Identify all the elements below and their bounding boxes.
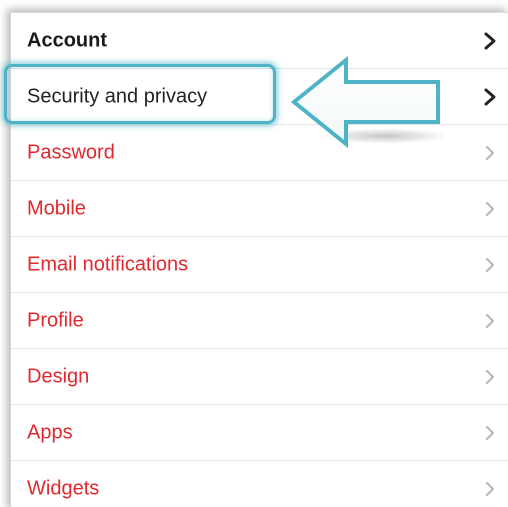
chevron-right-icon <box>486 425 494 440</box>
menu-item-apps[interactable]: Apps <box>11 405 508 461</box>
menu-item-account[interactable]: Account <box>11 13 508 69</box>
menu-item-email-notifications[interactable]: Email notifications <box>11 237 508 293</box>
chevron-right-icon <box>486 369 494 384</box>
menu-item-label: Design <box>27 365 90 387</box>
chevron-right-icon <box>486 145 494 160</box>
screenshot-frame: Account Security and privacy Password Mo… <box>0 0 508 507</box>
menu-item-label: Apps <box>27 421 73 443</box>
menu-item-label: Account <box>27 29 107 51</box>
menu-item-security-and-privacy[interactable]: Security and privacy <box>11 69 508 125</box>
chevron-right-icon <box>486 257 494 272</box>
menu-item-mobile[interactable]: Mobile <box>11 181 508 237</box>
menu-item-label: Profile <box>27 309 84 331</box>
menu-item-design[interactable]: Design <box>11 349 508 405</box>
chevron-right-icon <box>484 88 496 105</box>
menu-item-label: Widgets <box>27 477 100 500</box>
chevron-right-icon <box>484 32 496 49</box>
menu-item-label: Security and privacy <box>27 85 208 107</box>
menu-item-label: Password <box>27 141 115 163</box>
menu-item-profile[interactable]: Profile <box>11 293 508 349</box>
menu-item-password[interactable]: Password <box>11 125 508 181</box>
menu-item-label: Email notifications <box>27 253 189 275</box>
settings-menu: Account Security and privacy Password Mo… <box>10 12 508 507</box>
chevron-right-icon <box>486 313 494 328</box>
chevron-right-icon <box>486 201 494 216</box>
menu-item-widgets[interactable]: Widgets <box>11 461 508 507</box>
chevron-right-icon <box>486 482 494 496</box>
menu-item-label: Mobile <box>27 197 86 219</box>
